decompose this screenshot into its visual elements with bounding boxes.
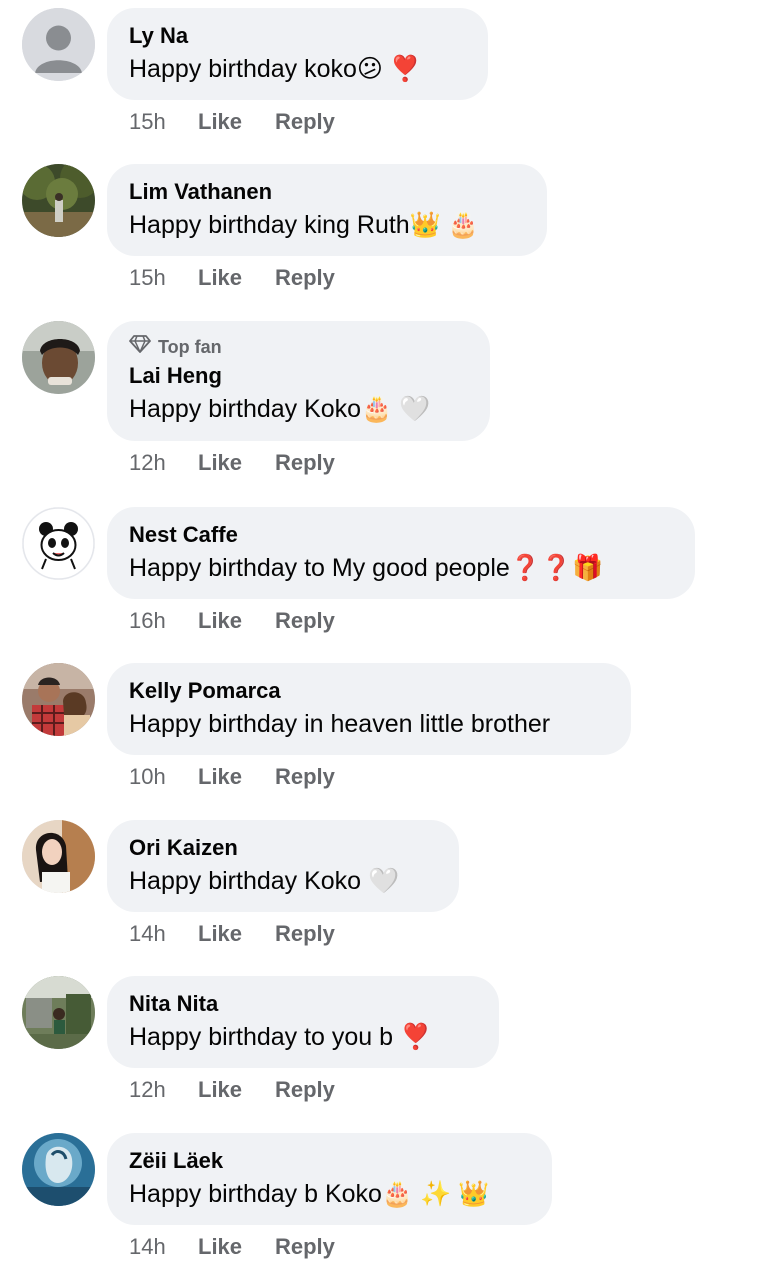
comment-timestamp[interactable]: 15h	[129, 264, 198, 292]
comment-bubble: Ly Na Happy birthday koko😕 ❣️	[107, 8, 488, 100]
comment-timestamp[interactable]: 14h	[129, 920, 198, 948]
comment-item: Zëii Läek Happy birthday b Koko🎂 ✨ 👑 14h Li…	[0, 1125, 759, 1280]
reply-button[interactable]: Reply	[275, 920, 335, 948]
comment-timestamp[interactable]: 14h	[129, 1233, 198, 1261]
comment-timestamp[interactable]: 12h	[129, 1076, 198, 1104]
reply-button[interactable]: Reply	[275, 108, 335, 136]
like-button[interactable]: Like	[198, 449, 275, 477]
comment-text: Happy birthday king Ruth👑 🎂	[129, 211, 479, 239]
like-button[interactable]: Like	[198, 920, 275, 948]
comment-bubble: Nest Caffe Happy birthday to My good peop…	[107, 507, 695, 599]
reply-button[interactable]: Reply	[275, 763, 335, 791]
commenter-name[interactable]: Nest Caffe	[129, 521, 673, 549]
comment-item: Nest Caffe Happy birthday to My good peop…	[0, 499, 759, 655]
comment-actions: 14h Like Reply	[129, 920, 335, 948]
avatar[interactable]	[22, 1133, 95, 1206]
commenter-name[interactable]: Lim Vathanen	[129, 178, 525, 206]
comment-text: Happy birthday in heaven little brother	[129, 710, 551, 738]
commenter-name[interactable]: Ori Kaizen	[129, 834, 437, 862]
comment-timestamp[interactable]: 15h	[129, 108, 198, 136]
comment-text: Happy birthday Koko 🤍	[129, 867, 400, 895]
comment-bubble: Ori Kaizen Happy birthday Koko 🤍	[107, 820, 459, 912]
reply-button[interactable]: Reply	[275, 607, 335, 635]
comment-text: Happy birthday Koko🎂 🤍	[129, 395, 431, 423]
commenter-name[interactable]: Ly Na	[129, 22, 466, 50]
comment-actions: 16h Like Reply	[129, 607, 335, 635]
like-button[interactable]: Like	[198, 108, 275, 136]
comment-actions: 10h Like Reply	[129, 763, 335, 791]
comment-item: Lim Vathanen Happy birthday king Ruth👑 🎂 1…	[0, 156, 759, 312]
reply-button[interactable]: Reply	[275, 264, 335, 292]
like-button[interactable]: Like	[198, 1076, 275, 1104]
commenter-name[interactable]: Nita Nita	[129, 990, 477, 1018]
comment-timestamp[interactable]: 10h	[129, 763, 198, 791]
comment-actions: 12h Like Reply	[129, 1076, 335, 1104]
comment-actions: 12h Like Reply	[129, 449, 335, 477]
reply-button[interactable]: Reply	[275, 1076, 335, 1104]
comment-item: Ly Na Happy birthday koko😕 ❣️ 15h Like Reply	[0, 0, 759, 156]
comment-list: Ly Na Happy birthday koko😕 ❣️ 15h Like Reply…	[0, 0, 759, 1280]
like-button[interactable]: Like	[198, 264, 275, 292]
reply-button[interactable]: Reply	[275, 1233, 335, 1261]
comment-text: Happy birthday to My good people❓❓🎁	[129, 554, 604, 582]
reply-button[interactable]: Reply	[275, 449, 335, 477]
commenter-name[interactable]: Kelly Pomarca	[129, 677, 609, 705]
avatar[interactable]	[22, 507, 95, 580]
avatar[interactable]	[22, 663, 95, 736]
like-button[interactable]: Like	[198, 1233, 275, 1261]
comment-timestamp[interactable]: 16h	[129, 607, 198, 635]
comment-timestamp[interactable]: 12h	[129, 449, 198, 477]
comment-text: Happy birthday to you b ❣️	[129, 1023, 432, 1051]
avatar[interactable]	[22, 820, 95, 893]
comment-text: Happy birthday koko😕 ❣️	[129, 55, 422, 83]
comment-item: Ori Kaizen Happy birthday Koko 🤍 14h Like Re…	[0, 812, 759, 968]
comment-item: Top fan Lai Heng Happy birthday Koko🎂 🤍 12h…	[0, 313, 759, 475]
comment-actions: 14h Like Reply	[129, 1233, 335, 1261]
comment-actions: 15h Like Reply	[129, 264, 335, 292]
diamond-icon	[129, 335, 151, 358]
avatar[interactable]	[22, 976, 95, 1049]
comment-text: Happy birthday b Koko🎂 ✨ 👑	[129, 1180, 490, 1208]
top-fan-badge: Top fan	[129, 335, 468, 358]
commenter-name[interactable]: Zëii Läek	[129, 1147, 530, 1175]
avatar[interactable]	[22, 164, 95, 237]
comment-bubble: Top fan Lai Heng Happy birthday Koko🎂 🤍	[107, 321, 490, 441]
comment-actions: 15h Like Reply	[129, 108, 335, 136]
comment-item: Nita Nita Happy birthday to you b ❣️ 12h Li…	[0, 968, 759, 1124]
comment-item: Kelly Pomarca Happy birthday in heaven li…	[0, 655, 759, 811]
avatar[interactable]	[22, 8, 95, 81]
like-button[interactable]: Like	[198, 607, 275, 635]
commenter-name[interactable]: Lai Heng	[129, 362, 468, 390]
comment-bubble: Nita Nita Happy birthday to you b ❣️	[107, 976, 499, 1068]
top-fan-label: Top fan	[158, 336, 222, 357]
like-button[interactable]: Like	[198, 763, 275, 791]
avatar[interactable]	[22, 321, 95, 394]
comment-bubble: Zëii Läek Happy birthday b Koko🎂 ✨ 👑	[107, 1133, 552, 1225]
comment-bubble: Lim Vathanen Happy birthday king Ruth👑 🎂	[107, 164, 547, 256]
comment-bubble: Kelly Pomarca Happy birthday in heaven li…	[107, 663, 631, 755]
